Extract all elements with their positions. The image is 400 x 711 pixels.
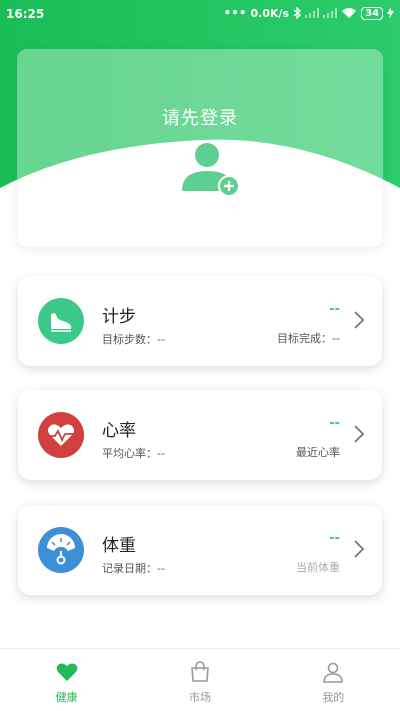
chevron-right-icon[interactable] [352, 308, 366, 332]
charging-icon [387, 7, 394, 19]
heart-icon [56, 663, 78, 681]
signal-icon [305, 8, 320, 18]
bottom-tab-bar: 健康 市场 我的 [0, 648, 400, 711]
card-value: -- [329, 416, 340, 431]
card-subtitle: 目标步数：-- [102, 333, 165, 346]
card-value: -- [329, 531, 340, 546]
card-title: 计步 [102, 307, 136, 327]
shopping-bag-icon [191, 661, 209, 682]
card-title: 体重 [102, 536, 136, 556]
chevron-right-icon[interactable] [352, 422, 366, 446]
status-time: 16:25 [6, 7, 45, 21]
tab-label: 我的 [322, 691, 345, 704]
tab-mine[interactable]: 我的 [267, 649, 400, 711]
weight-card[interactable]: 体重 记录日期：-- -- 当前体重 [18, 505, 382, 595]
scale-icon [38, 527, 84, 573]
heart-pulse-icon [38, 412, 84, 458]
add-user-icon[interactable] [180, 139, 242, 199]
card-right-label: 当前体重 [296, 561, 340, 574]
card-value: -- [329, 302, 340, 317]
heart-rate-card[interactable]: 心率 平均心率：-- -- 最近心率 [18, 390, 382, 480]
person-icon [323, 662, 344, 683]
signal-icon [323, 8, 338, 18]
login-card[interactable]: 请先登录 [17, 49, 383, 247]
card-subtitle: 记录日期：-- [102, 562, 165, 575]
card-subtitle: 平均心率：-- [102, 447, 165, 460]
wifi-icon [342, 8, 357, 18]
steps-card[interactable]: 计步 目标步数：-- -- 目标完成：-- [18, 276, 382, 366]
battery-icon: 34 [361, 6, 383, 20]
tab-label: 健康 [55, 691, 78, 704]
bluetooth-icon [293, 7, 302, 19]
tab-market[interactable]: 市场 [133, 649, 266, 711]
dots-icon: ••• [223, 6, 247, 20]
shoe-icon [38, 298, 84, 344]
tab-label: 市场 [188, 691, 211, 704]
tab-health[interactable]: 健康 [0, 649, 133, 711]
network-speed: 0.0K/s [250, 6, 290, 20]
login-prompt[interactable]: 请先登录 [17, 104, 383, 130]
status-icons: ••• 0.0K/s 34 [223, 6, 394, 20]
status-bar: 16:25 ••• 0.0K/s 34 [0, 0, 400, 28]
card-right-label: 最近心率 [296, 446, 340, 459]
card-right-label: 目标完成：-- [277, 332, 340, 345]
card-title: 心率 [102, 421, 136, 441]
chevron-right-icon[interactable] [352, 537, 366, 561]
